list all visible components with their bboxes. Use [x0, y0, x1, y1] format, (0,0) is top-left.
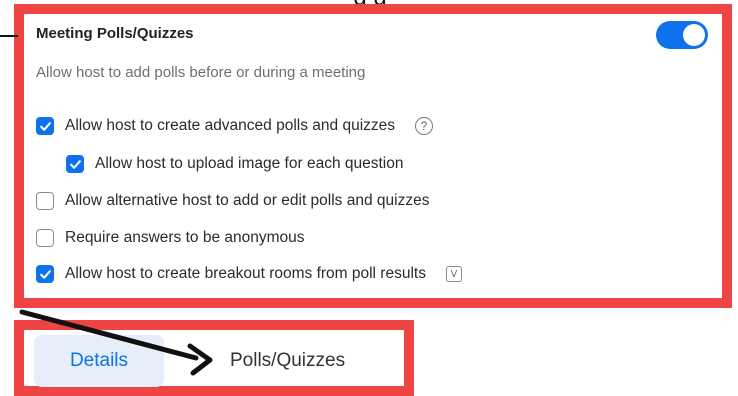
- checkmark-icon: [69, 159, 81, 169]
- option-label: Require answers to be anonymous: [65, 229, 305, 246]
- checkmark-icon: [39, 121, 51, 131]
- toggle-knob: [683, 24, 705, 46]
- option-anonymous-answers: Require answers to be anonymous: [36, 227, 305, 249]
- anonymous-answers-checkbox[interactable]: [36, 229, 54, 247]
- option-alternative-host: Allow alternative host to add or edit po…: [36, 190, 429, 212]
- tab-polls-quizzes[interactable]: Polls/Quizzes: [230, 335, 345, 387]
- option-upload-image: Allow host to upload image for each ques…: [66, 153, 403, 175]
- caption-fragment: g g: [120, 0, 620, 4]
- advanced-polls-checkbox[interactable]: [36, 117, 54, 135]
- option-label: Allow alternative host to add or edit po…: [65, 192, 430, 209]
- option-breakout-rooms: Allow host to create breakout rooms from…: [36, 263, 462, 285]
- version-badge-icon: V: [445, 266, 462, 282]
- option-advanced-polls: Allow host to create advanced polls and …: [36, 115, 434, 137]
- section-title: Meeting Polls/Quizzes: [36, 25, 194, 42]
- checkmark-icon: [39, 269, 51, 279]
- section-description: Allow host to add polls before or during…: [36, 64, 366, 81]
- upload-image-checkbox[interactable]: [66, 155, 84, 173]
- tab-details[interactable]: Details: [34, 335, 164, 387]
- help-icon[interactable]: ?: [415, 117, 434, 135]
- polls-enable-toggle[interactable]: [656, 21, 708, 49]
- alternative-host-checkbox[interactable]: [36, 192, 54, 210]
- option-label: Allow host to upload image for each ques…: [95, 155, 404, 172]
- option-label: Allow host to create breakout rooms from…: [65, 265, 426, 282]
- breakout-rooms-checkbox[interactable]: [36, 265, 54, 283]
- option-label: Allow host to create advanced polls and …: [65, 117, 396, 134]
